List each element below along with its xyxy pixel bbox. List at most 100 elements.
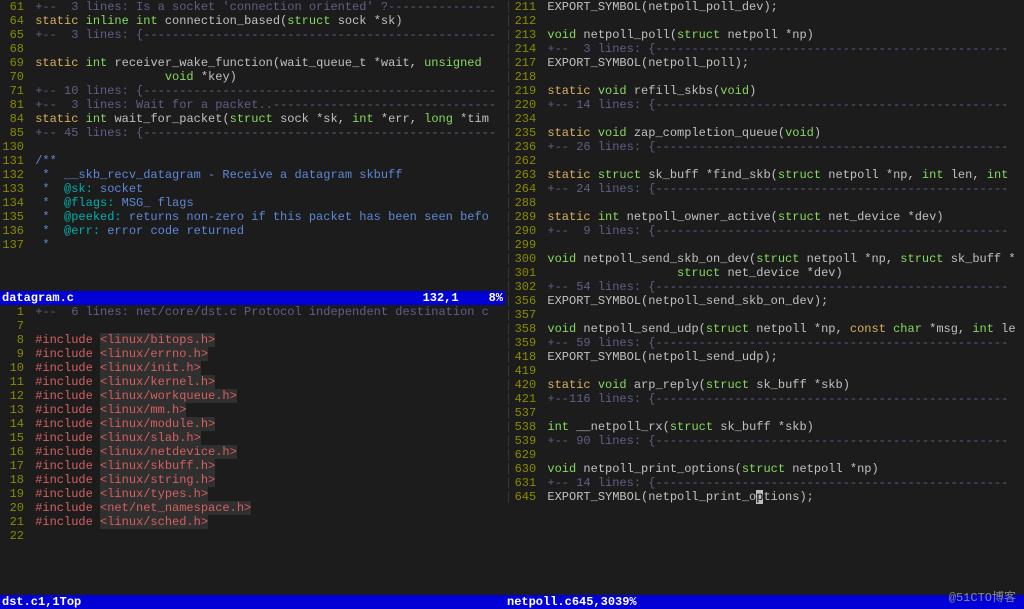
code-line[interactable]: |630 void netpoll_print_options(struct n… [505, 462, 1024, 476]
panes-row: 61 +-- 3 lines: Is a socket 'connection … [0, 0, 1024, 595]
code-line[interactable]: 61 +-- 3 lines: Is a socket 'connection … [0, 0, 505, 14]
line-content: +-- 24 lines: {-------------------------… [540, 182, 1024, 196]
code-line[interactable]: |218 [505, 70, 1024, 84]
code-line[interactable]: 21 #include <linux/sched.h> [0, 515, 505, 529]
code-line[interactable]: 85 +-- 45 lines: {----------------------… [0, 126, 505, 140]
code-line[interactable]: |236 +-- 26 lines: {--------------------… [505, 140, 1024, 154]
line-content: * @sk: socket [28, 182, 505, 196]
code-line[interactable]: |359 +-- 59 lines: {--------------------… [505, 336, 1024, 350]
line-number: 358 [512, 322, 540, 336]
status-filename: datagram.c [2, 291, 74, 305]
code-line[interactable]: 71 +-- 10 lines: {----------------------… [0, 84, 505, 98]
code-line[interactable]: |418 EXPORT_SYMBOL(netpoll_send_udp); [505, 350, 1024, 364]
code-line[interactable]: 16 #include <linux/netdevice.h> [0, 445, 505, 459]
code-line[interactable]: 131 /** [0, 154, 505, 168]
code-line[interactable]: 14 #include <linux/module.h> [0, 417, 505, 431]
code-line[interactable]: |217 EXPORT_SYMBOL(netpoll_poll); [505, 56, 1024, 70]
line-content: +-- 54 lines: {-------------------------… [540, 280, 1024, 294]
line-number: 133 [0, 182, 28, 196]
code-line[interactable]: 135 * @peeked: returns non-zero if this … [0, 210, 505, 224]
code-line[interactable]: |214 +-- 3 lines: {---------------------… [505, 42, 1024, 56]
code-line[interactable]: 17 #include <linux/skbuff.h> [0, 459, 505, 473]
code-line[interactable]: 19 #include <linux/types.h> [0, 487, 505, 501]
code-line[interactable]: 134 * @flags: MSG_ flags [0, 196, 505, 210]
code-line[interactable]: |290 +-- 9 lines: {---------------------… [505, 224, 1024, 238]
code-line[interactable]: |264 +-- 24 lines: {--------------------… [505, 182, 1024, 196]
code-line[interactable]: |219 static void refill_skbs(void) [505, 84, 1024, 98]
code-line[interactable]: |357 [505, 308, 1024, 322]
code-line[interactable]: |421 +--116 lines: {--------------------… [505, 392, 1024, 406]
line-number: 235 [512, 126, 540, 140]
code-line[interactable]: 69 static int receiver_wake_function(wai… [0, 56, 505, 70]
buffer-netpoll[interactable]: |211 EXPORT_SYMBOL(netpoll_poll_dev);|21… [505, 0, 1024, 595]
code-line[interactable]: 81 +-- 3 lines: Wait for a packet..-----… [0, 98, 505, 112]
code-line[interactable]: |289 static int netpoll_owner_active(str… [505, 210, 1024, 224]
code-line[interactable]: |538 int __netpoll_rx(struct sk_buff *sk… [505, 420, 1024, 434]
code-line[interactable]: |211 EXPORT_SYMBOL(netpoll_poll_dev); [505, 0, 1024, 14]
line-number: 7 [0, 319, 28, 333]
line-number: 21 [0, 515, 28, 529]
code-line[interactable]: |288 [505, 196, 1024, 210]
code-line[interactable]: 65 +-- 3 lines: {-----------------------… [0, 28, 505, 42]
code-line[interactable]: |302 +-- 54 lines: {--------------------… [505, 280, 1024, 294]
status-filename: netpoll.c [507, 595, 572, 609]
code-line[interactable]: 84 static int wait_for_packet(struct soc… [0, 112, 505, 126]
code-line[interactable]: 10 #include <linux/init.h> [0, 361, 505, 375]
code-line[interactable]: |358 void netpoll_send_udp(struct netpol… [505, 322, 1024, 336]
line-content: +-- 59 lines: {-------------------------… [540, 336, 1024, 350]
line-content: static void refill_skbs(void) [540, 84, 1024, 98]
line-number: 218 [512, 70, 540, 84]
buffer-datagram[interactable]: 61 +-- 3 lines: Is a socket 'connection … [0, 0, 505, 291]
line-number: 132 [0, 168, 28, 182]
code-line[interactable]: |537 [505, 406, 1024, 420]
bottom-status-row: dst.c 1,1 Top netpoll.c 645,30 39% [0, 595, 1024, 609]
code-line[interactable]: |419 [505, 364, 1024, 378]
code-line[interactable]: |301 struct net_device *dev) [505, 266, 1024, 280]
code-line[interactable]: 15 #include <linux/slab.h> [0, 431, 505, 445]
code-line[interactable]: 18 #include <linux/string.h> [0, 473, 505, 487]
code-line[interactable]: 12 #include <linux/workqueue.h> [0, 389, 505, 403]
code-line[interactable]: 133 * @sk: socket [0, 182, 505, 196]
code-line[interactable]: 7 [0, 319, 505, 333]
status-position: 1,1 [38, 595, 60, 609]
code-line[interactable]: |629 [505, 448, 1024, 462]
code-line[interactable]: |356 EXPORT_SYMBOL(netpoll_send_skb_on_d… [505, 294, 1024, 308]
line-number: 219 [512, 84, 540, 98]
line-content: EXPORT_SYMBOL(netpoll_poll_dev); [540, 0, 1024, 14]
code-line[interactable]: 70 void *key) [0, 70, 505, 84]
code-line[interactable]: 137 * [0, 238, 505, 252]
buffer-dst[interactable]: 1 +-- 6 lines: net/core/dst.c Protocol i… [0, 305, 505, 596]
code-line[interactable]: 64 static inline int connection_based(st… [0, 14, 505, 28]
line-number: 289 [512, 210, 540, 224]
code-line[interactable]: |420 static void arp_reply(struct sk_buf… [505, 378, 1024, 392]
code-line[interactable]: 13 #include <linux/mm.h> [0, 403, 505, 417]
code-line[interactable]: 68 [0, 42, 505, 56]
code-line[interactable]: |235 static void zap_completion_queue(vo… [505, 126, 1024, 140]
code-line[interactable]: 8 #include <linux/bitops.h> [0, 333, 505, 347]
code-line[interactable]: |212 [505, 14, 1024, 28]
code-line[interactable]: |262 [505, 154, 1024, 168]
code-line[interactable]: 9 #include <linux/errno.h> [0, 347, 505, 361]
code-line[interactable]: |299 [505, 238, 1024, 252]
code-line[interactable]: 22 [0, 529, 505, 543]
code-line[interactable]: 132 * __skb_recv_datagram - Receive a da… [0, 168, 505, 182]
line-number: 220 [512, 98, 540, 112]
code-line[interactable]: |220 +-- 14 lines: {--------------------… [505, 98, 1024, 112]
code-line[interactable]: |645 EXPORT_SYMBOL(netpoll_print_options… [505, 490, 1024, 504]
code-line[interactable]: 20 #include <net/net_namespace.h> [0, 501, 505, 515]
line-number: 539 [512, 434, 540, 448]
line-number: 421 [512, 392, 540, 406]
code-line[interactable]: |539 +-- 90 lines: {--------------------… [505, 434, 1024, 448]
code-line[interactable]: 1 +-- 6 lines: net/core/dst.c Protocol i… [0, 305, 505, 319]
code-line[interactable]: |213 void netpoll_poll(struct netpoll *n… [505, 28, 1024, 42]
code-line[interactable]: 11 #include <linux/kernel.h> [0, 375, 505, 389]
line-content: * [28, 238, 505, 252]
code-line[interactable]: 130 [0, 140, 505, 154]
line-number: 300 [512, 252, 540, 266]
code-line[interactable]: 136 * @err: error code returned [0, 224, 505, 238]
code-line[interactable]: |631 +-- 14 lines: {--------------------… [505, 476, 1024, 490]
code-line[interactable]: |234 [505, 112, 1024, 126]
code-line[interactable]: |300 void netpoll_send_skb_on_dev(struct… [505, 252, 1024, 266]
code-line[interactable]: |263 static struct sk_buff *find_skb(str… [505, 168, 1024, 182]
line-content [540, 238, 1024, 252]
